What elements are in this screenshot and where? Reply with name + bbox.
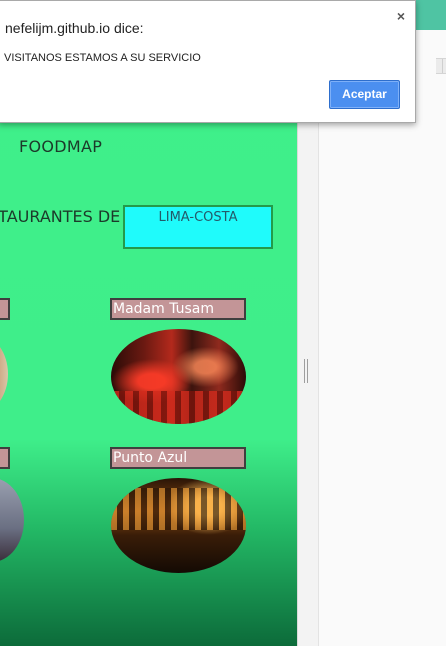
close-icon[interactable]: ×: [397, 8, 405, 24]
alert-title: nefelijm.github.io dice:: [5, 20, 144, 36]
panel-resize-handle[interactable]: [304, 359, 310, 383]
devtools-toolbar: [436, 58, 446, 74]
restaurant-label-left-1[interactable]: [0, 298, 10, 320]
site-brand[interactable]: FOODMAP: [19, 137, 102, 156]
restaurant-label-punto-azul[interactable]: Punto Azul: [110, 447, 246, 469]
alert-message: VISITANOS ESTAMOS A SU SERVICIO: [4, 52, 201, 64]
restaurant-label-left-2[interactable]: [0, 447, 10, 469]
topbar-right-strip: [412, 0, 446, 30]
alert-dialog: nefelijm.github.io dice: × VISITANOS EST…: [0, 0, 416, 123]
region-lima-costa-button[interactable]: LIMA-COSTA: [123, 205, 273, 249]
restaurant-image-madam-tusam[interactable]: [111, 329, 246, 424]
restaurant-image-left-1[interactable]: [0, 335, 8, 413]
restaurant-image-left-2[interactable]: [0, 478, 24, 562]
restaurant-image-punto-azul[interactable]: [111, 478, 246, 573]
accept-button[interactable]: Aceptar: [329, 80, 400, 109]
restaurant-label-madam-tusam[interactable]: Madam Tusam: [110, 298, 246, 320]
section-heading: STAURANTES DE: [0, 207, 121, 226]
